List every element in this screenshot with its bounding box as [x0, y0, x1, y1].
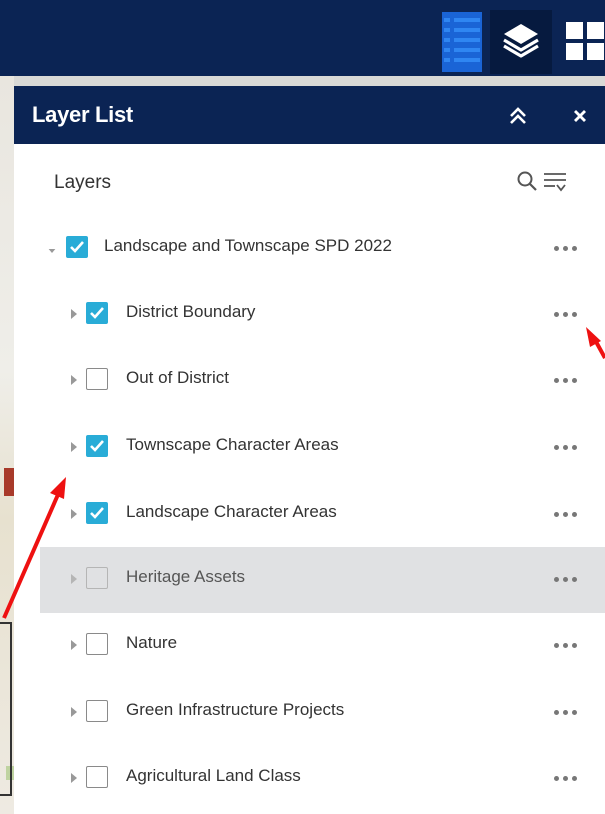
caret-right-icon[interactable] — [70, 706, 78, 718]
caret-right-icon[interactable] — [70, 772, 78, 784]
more-options-button[interactable] — [552, 643, 580, 649]
more-options-button[interactable] — [552, 445, 580, 451]
layer-checkbox[interactable] — [86, 633, 108, 655]
layer-checkbox[interactable] — [86, 700, 108, 722]
layer-row[interactable]: Townscape Character Areas — [40, 415, 605, 481]
more-options-button[interactable] — [552, 577, 580, 583]
layer-list-panel: Layer List Layers Landscape and Townscap… — [14, 86, 605, 814]
caret-right-icon[interactable] — [70, 573, 78, 585]
layer-label[interactable]: District Boundary — [126, 302, 255, 322]
close-panel-button[interactable] — [566, 102, 594, 130]
checkmark-icon — [70, 241, 84, 253]
layer-row[interactable]: Landscape Character Areas — [40, 482, 605, 548]
layer-label[interactable]: Landscape and Townscape SPD 2022 — [104, 236, 392, 256]
more-options-button[interactable] — [552, 710, 580, 716]
layers-stack-icon — [503, 24, 539, 58]
layer-label[interactable]: Landscape Character Areas — [126, 502, 337, 522]
app-header-bar — [0, 0, 605, 76]
layer-checkbox[interactable] — [66, 236, 88, 258]
layer-label[interactable]: Agricultural Land Class — [126, 766, 301, 786]
more-options-button[interactable] — [552, 378, 580, 384]
map-background — [14, 76, 605, 86]
layer-row-highlighted[interactable]: Heritage Assets — [40, 547, 605, 613]
search-icon[interactable] — [516, 170, 538, 192]
caret-right-icon[interactable] — [70, 508, 78, 520]
layers-toolbar: Layers — [14, 144, 605, 220]
checkmark-icon — [90, 440, 104, 452]
caret-right-icon[interactable] — [70, 639, 78, 651]
more-options-button[interactable] — [552, 312, 580, 318]
layer-checkbox[interactable] — [86, 302, 108, 324]
checkmark-icon — [90, 507, 104, 519]
list-widget-button[interactable] — [432, 10, 490, 74]
more-options-button[interactable] — [552, 776, 580, 782]
layers-heading: Layers — [54, 172, 112, 193]
grid-apps-icon — [566, 22, 604, 60]
layer-label[interactable]: Heritage Assets — [126, 567, 245, 587]
layer-checkbox[interactable] — [86, 368, 108, 390]
more-options-button[interactable] — [552, 246, 580, 252]
list-icon — [442, 12, 482, 72]
filter-lines-icon[interactable] — [542, 171, 568, 193]
layer-label[interactable]: Townscape Character Areas — [126, 435, 339, 455]
caret-right-icon[interactable] — [70, 441, 78, 453]
checkmark-icon — [90, 307, 104, 319]
layer-row[interactable]: Agricultural Land Class — [40, 746, 605, 812]
double-chevron-up-icon — [510, 107, 526, 124]
layer-row[interactable]: Green Infrastructure Projects — [40, 680, 605, 746]
layer-row[interactable]: Out of District — [40, 348, 605, 414]
map-feature — [4, 468, 14, 496]
layer-checkbox[interactable] — [86, 766, 108, 788]
layer-row[interactable]: Nature — [40, 613, 605, 679]
layer-checkbox[interactable] — [86, 502, 108, 524]
caret-down-icon[interactable] — [48, 245, 56, 257]
layer-row[interactable]: District Boundary — [40, 282, 605, 348]
caret-right-icon[interactable] — [70, 374, 78, 386]
more-options-button[interactable] — [552, 512, 580, 518]
layer-label[interactable]: Out of District — [126, 368, 229, 388]
layer-label[interactable]: Green Infrastructure Projects — [126, 700, 344, 720]
layer-list-widget-button[interactable] — [490, 10, 552, 74]
layer-row[interactable]: Landscape and Townscape SPD 2022 — [40, 216, 605, 282]
layer-checkbox[interactable] — [86, 435, 108, 457]
collapse-panel-button[interactable] — [506, 104, 530, 128]
layer-checkbox[interactable] — [86, 567, 108, 589]
close-icon — [574, 110, 586, 122]
caret-right-icon[interactable] — [70, 308, 78, 320]
panel-title: Layer List — [32, 102, 133, 127]
apps-widget-button[interactable] — [552, 10, 605, 74]
layer-label[interactable]: Nature — [126, 633, 177, 653]
annotation-box — [0, 622, 12, 796]
panel-header: Layer List — [14, 86, 605, 144]
